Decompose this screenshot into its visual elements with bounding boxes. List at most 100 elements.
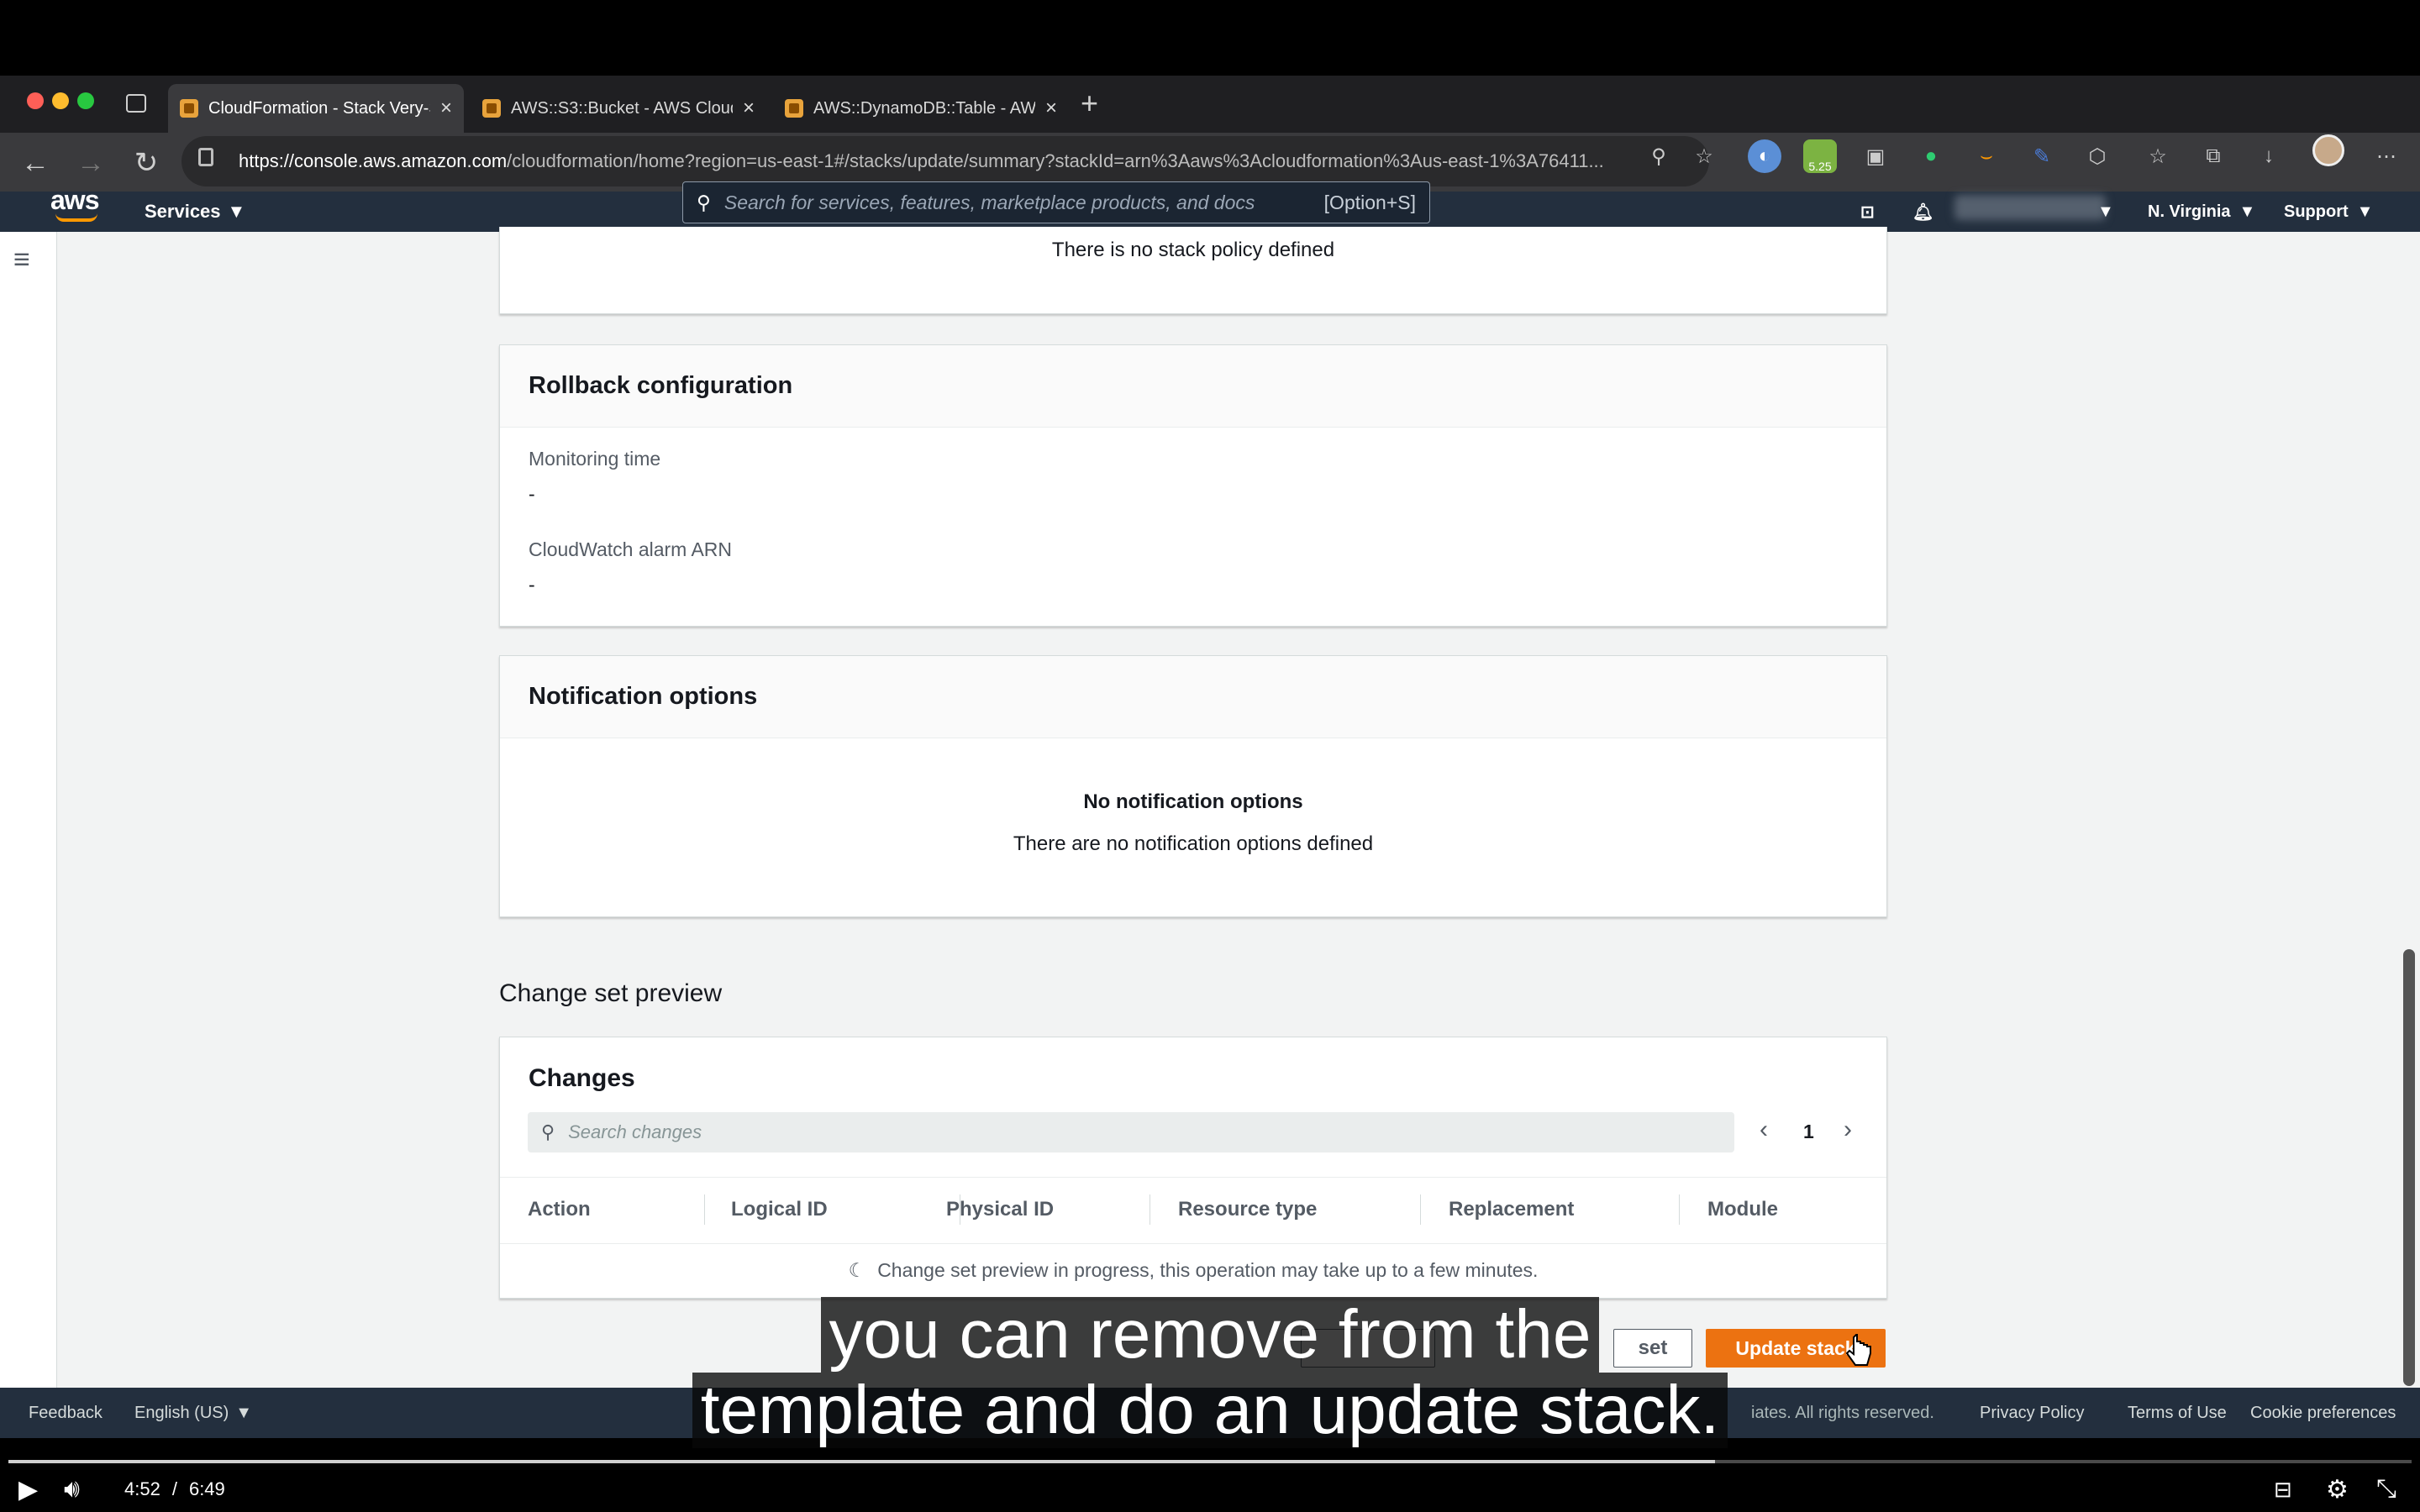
address-bar[interactable]: https://console.aws.amazon.com/cloudform… <box>182 136 1709 186</box>
duration: 6:49 <box>188 1478 225 1499</box>
column-header-action[interactable]: Action <box>528 1176 591 1243</box>
extension-icon[interactable]: ▣ <box>1859 139 1892 173</box>
previous-page-icon[interactable]: ‹ <box>1760 1116 1768 1144</box>
search-changes-placeholder: Search changes <box>568 1121 702 1142</box>
aws-logo[interactable]: aws <box>50 185 99 216</box>
settings-icon[interactable]: ⚙ <box>2326 1470 2349 1509</box>
profile-avatar[interactable] <box>2312 134 2344 166</box>
subtitle-line: you can remove from the <box>0 1297 2420 1373</box>
region-label: N. Virginia <box>2148 202 2231 221</box>
tab-title: AWS::DynamoDB::Table - AWS <box>813 98 1035 118</box>
caret-down-icon: ▼ <box>2356 202 2374 221</box>
collections-icon[interactable]: ⧉ <box>2196 139 2230 173</box>
extension-badge-icon[interactable]: 5.25 <box>1803 139 1837 173</box>
rollback-configuration-title: Rollback configuration <box>500 345 1886 428</box>
caret-down-icon: ▼ <box>227 201 246 222</box>
s3-tab-icon <box>482 99 501 118</box>
column-divider <box>704 1194 705 1225</box>
side-navigation-rail <box>0 232 57 1388</box>
download-icon[interactable]: ↓ <box>2252 139 2286 173</box>
dynamodb-tab-icon <box>785 99 803 118</box>
new-tab-icon[interactable]: + <box>1081 86 1098 121</box>
column-header-physical-id[interactable]: Physical ID <box>946 1176 1054 1243</box>
zoom-icon[interactable]: ⚲ <box>1642 139 1676 173</box>
amazon-extension-icon[interactable]: ⌣ <box>1970 139 2003 173</box>
no-notification-text: There are no notification options define… <box>1013 832 1374 855</box>
region-selector[interactable]: N. Virginia ▼ <box>2148 192 2255 232</box>
next-page-icon[interactable]: › <box>1844 1116 1852 1144</box>
caret-down-icon[interactable]: ▼ <box>2097 192 2114 232</box>
maximize-window-button[interactable] <box>77 92 94 109</box>
minimize-window-button[interactable] <box>52 92 69 109</box>
grammarly-icon[interactable]: ● <box>1914 139 1948 173</box>
monitoring-time-value: - <box>529 483 535 505</box>
more-icon[interactable]: ⋯ <box>2370 139 2403 173</box>
volume-icon[interactable]: 🔊︎ <box>64 1470 80 1509</box>
captions-icon[interactable]: ⊟ <box>2274 1470 2292 1509</box>
menu-icon[interactable]: ≡ <box>13 244 30 276</box>
services-label: Services <box>145 201 221 222</box>
url-host: https://console.aws.amazon.com <box>239 150 508 171</box>
search-shortcut: [Option+S] <box>1323 191 1416 213</box>
notification-options-panel: Notification options No notification opt… <box>499 655 1887 917</box>
sidebar-toggle-icon[interactable] <box>126 94 146 113</box>
subtitle-line-2: template and do an update stack. <box>692 1373 1728 1448</box>
stack-policy-panel: There is no stack policy defined <box>499 227 1887 314</box>
search-icon: ⚲ <box>697 191 711 213</box>
account-menu[interactable] <box>1954 195 2106 220</box>
subtitle-line: template and do an update stack. <box>0 1373 2420 1448</box>
favorite-icon[interactable]: ☆ <box>1687 139 1721 173</box>
column-header-resource-type[interactable]: Resource type <box>1178 1176 1317 1243</box>
extensions-icon[interactable]: ⬡ <box>2081 139 2114 173</box>
close-tab-icon[interactable]: × <box>1045 97 1057 120</box>
subtitle-line-1: you can remove from the <box>820 1297 1600 1373</box>
support-label: Support <box>2284 202 2349 221</box>
tab-cloudformation[interactable]: CloudFormation - Stack Very-S × <box>168 84 464 133</box>
video-progress-fill <box>8 1460 1715 1463</box>
console-search[interactable]: ⚲ Search for services, features, marketp… <box>682 181 1430 223</box>
cloudwatch-alarm-arn-value: - <box>529 574 535 596</box>
url-path: /cloudformation/home?region=us-east-1#/s… <box>507 150 1604 171</box>
change-set-preview-heading: Change set preview <box>499 979 723 1007</box>
services-menu[interactable]: Services ▼ <box>145 192 245 232</box>
search-icon: ⚲ <box>541 1121 555 1142</box>
close-tab-icon[interactable]: × <box>743 97 755 120</box>
tab-dynamodb-table[interactable]: AWS::DynamoDB::Table - AWS × <box>773 84 1069 133</box>
column-header-logical-id[interactable]: Logical ID <box>731 1176 828 1243</box>
monitoring-time-label: Monitoring time <box>529 448 661 470</box>
column-header-module[interactable]: Module <box>1707 1176 1778 1243</box>
notifications-icon[interactable]: 🔔︎ <box>1912 192 1933 232</box>
cloudshell-icon[interactable]: ⊡ <box>1860 192 1875 232</box>
search-changes-input[interactable]: ⚲ Search changes <box>528 1112 1734 1152</box>
tab-title: AWS::S3::Bucket - AWS Cloud <box>511 98 733 118</box>
changes-title: Changes <box>529 1064 635 1092</box>
cloudwatch-alarm-arn-label: CloudWatch alarm ARN <box>529 538 733 560</box>
exit-fullscreen-icon[interactable]: ⤡ <box>2376 1470 2396 1509</box>
close-tab-icon[interactable]: × <box>440 97 452 120</box>
tab-s3-bucket[interactable]: AWS::S3::Bucket - AWS Cloud × <box>471 84 766 133</box>
time-separator: / <box>171 1478 177 1499</box>
tab-title: CloudFormation - Stack Very-S <box>208 98 430 118</box>
forward-icon[interactable]: → <box>67 139 114 186</box>
spinner-icon: ☾ <box>848 1259 866 1281</box>
page-number[interactable]: 1 <box>1803 1121 1814 1143</box>
column-divider <box>1679 1194 1680 1225</box>
extension-badge-count: 5.25 <box>1808 160 1832 173</box>
play-icon[interactable]: ▶ <box>18 1470 38 1509</box>
current-time: 4:52 <box>124 1478 160 1499</box>
lock-icon[interactable] <box>198 148 213 166</box>
reload-icon[interactable]: ↻ <box>123 139 170 186</box>
column-header-replacement[interactable]: Replacement <box>1449 1176 1574 1243</box>
change-set-progress-message: Change set preview in progress, this ope… <box>877 1259 1539 1281</box>
back-icon[interactable]: ← <box>12 139 59 186</box>
stack-policy-message: There is no stack policy defined <box>1051 239 1335 261</box>
rollback-configuration-panel: Rollback configuration Monitoring time -… <box>499 344 1887 627</box>
extension-icon[interactable]: ◐ <box>1748 139 1781 173</box>
video-time: 4:52 / 6:49 <box>124 1470 225 1509</box>
extension-icon[interactable]: ✎ <box>2025 139 2059 173</box>
caret-down-icon: ▼ <box>2238 202 2256 221</box>
close-window-button[interactable] <box>27 92 44 109</box>
no-notification-title: No notification options <box>1083 790 1303 813</box>
favorites-icon[interactable]: ☆ <box>2141 139 2175 173</box>
support-menu[interactable]: Support ▼ <box>2284 192 2373 232</box>
